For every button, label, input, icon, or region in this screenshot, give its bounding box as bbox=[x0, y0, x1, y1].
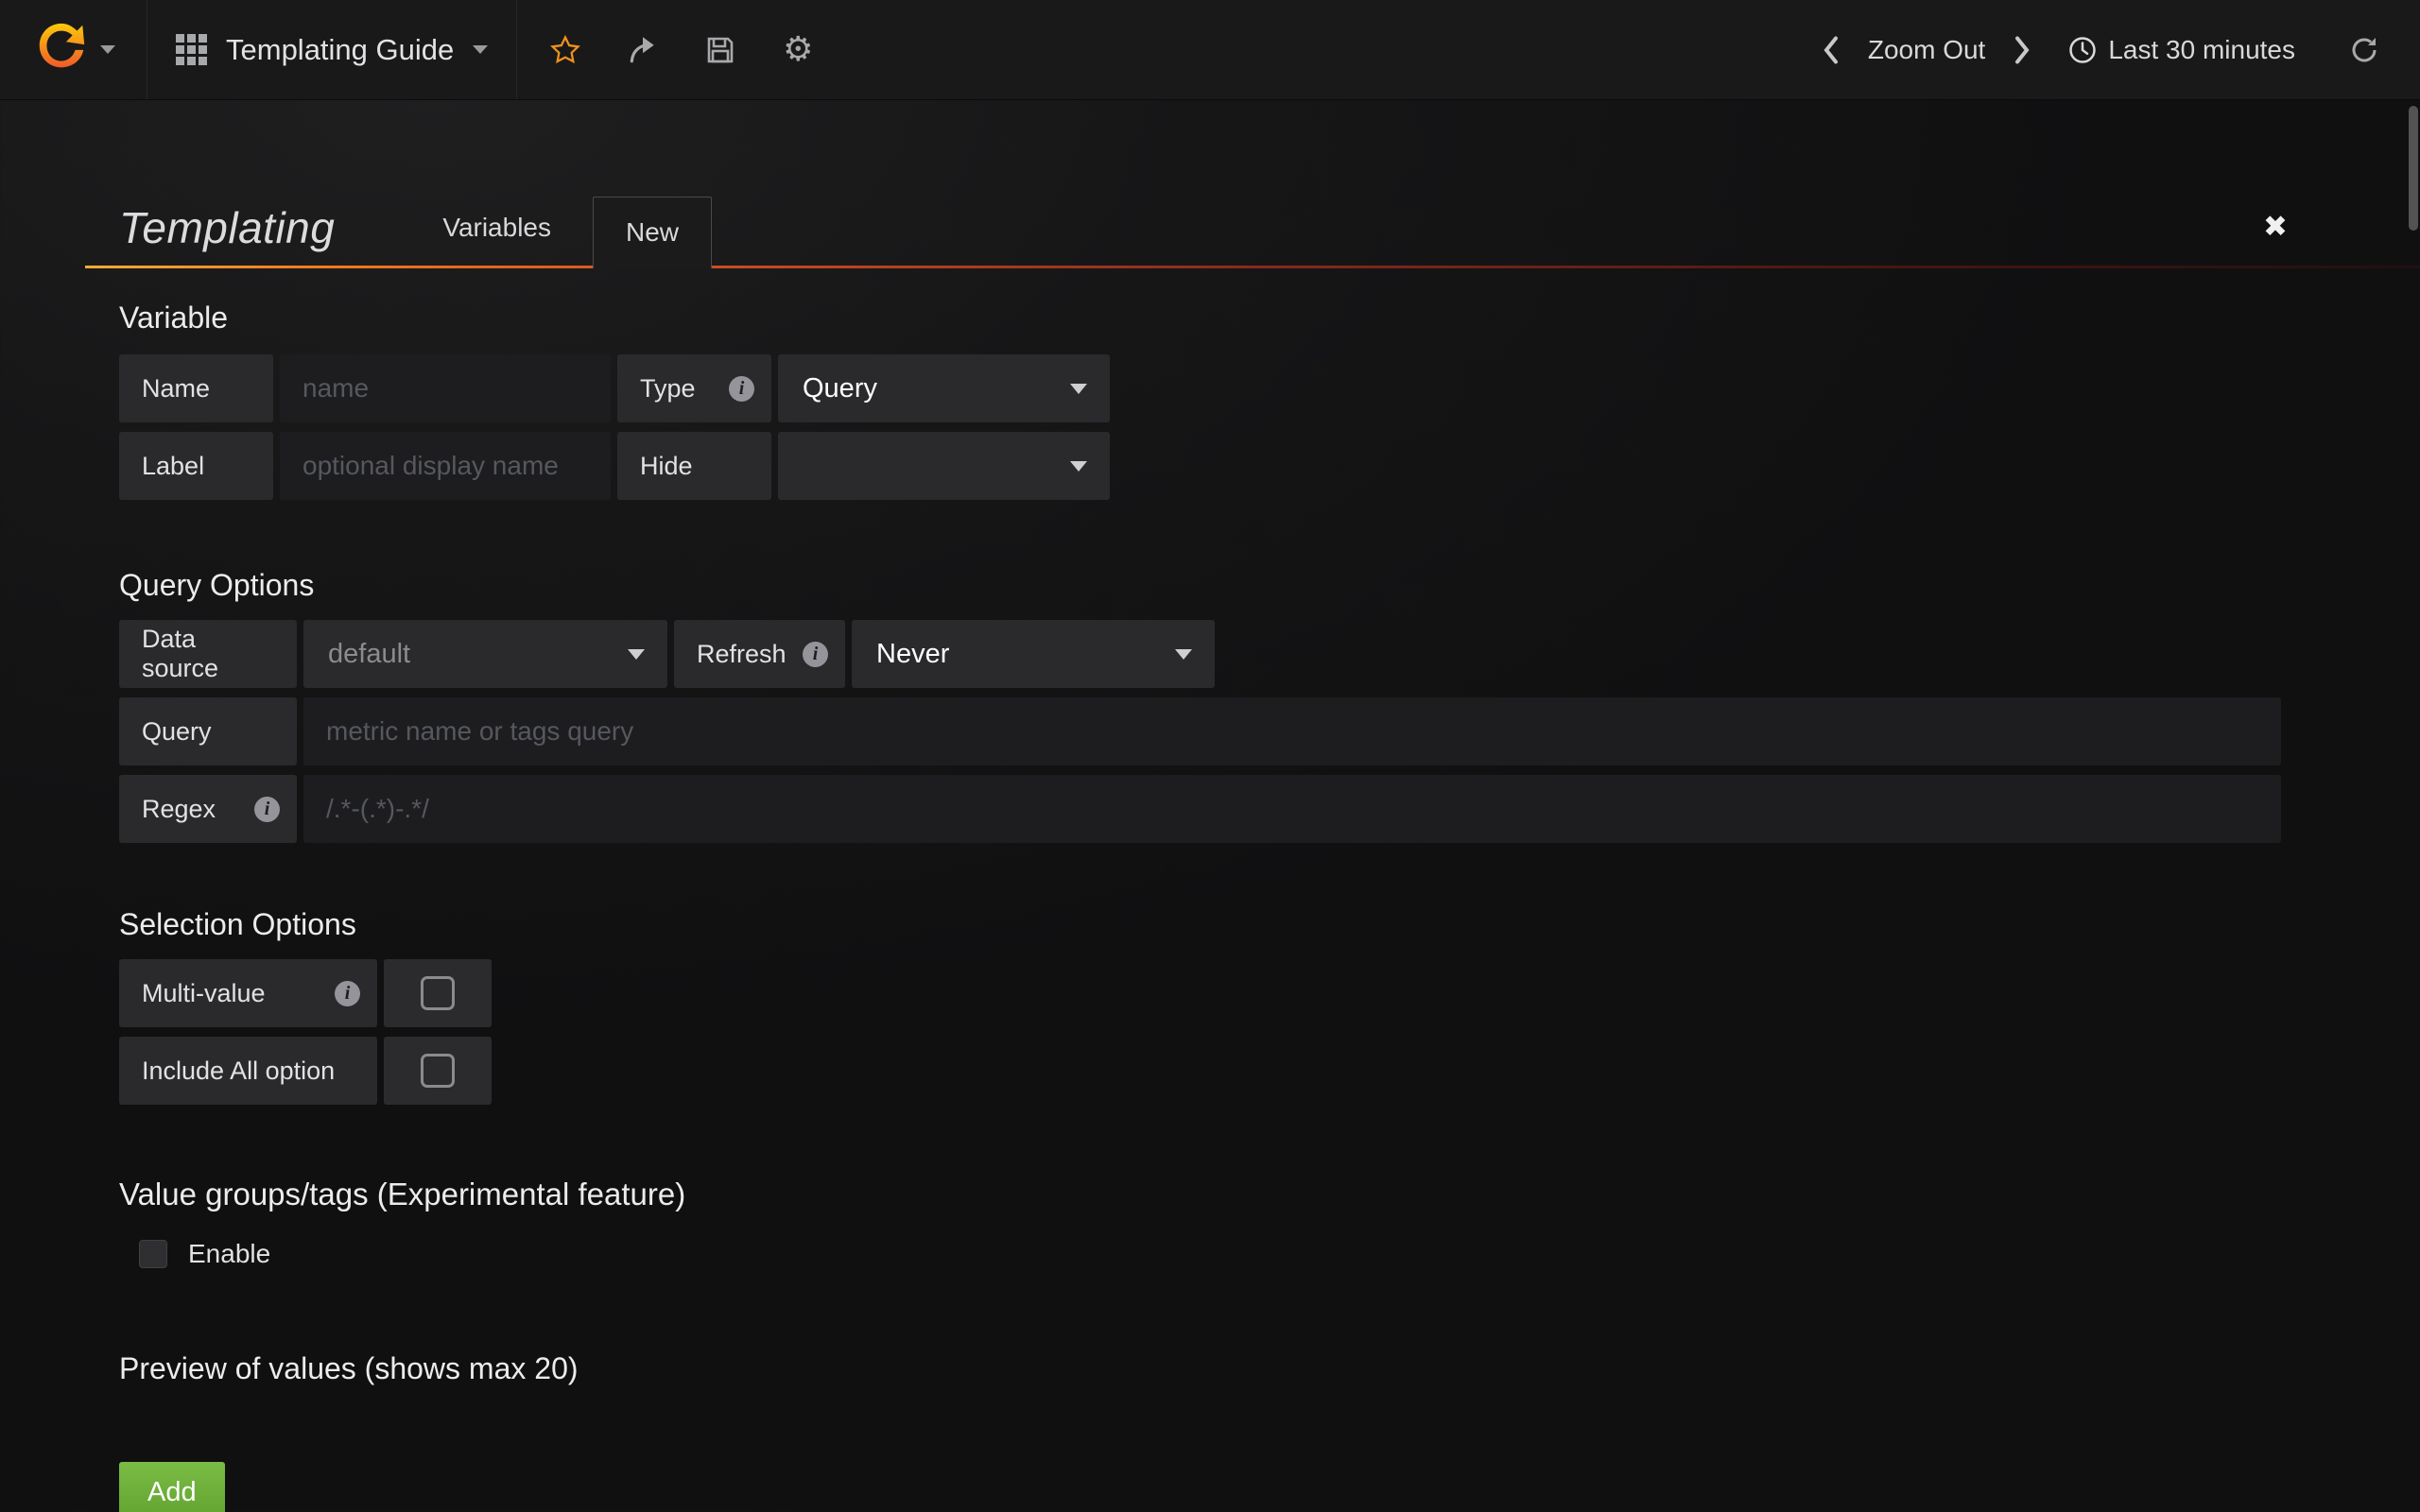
refresh-select-value: Never bbox=[876, 639, 949, 670]
query-label: Query bbox=[119, 697, 297, 765]
share-icon bbox=[627, 34, 659, 66]
star-icon bbox=[549, 34, 581, 66]
regex-input[interactable] bbox=[303, 775, 2281, 843]
selection-options-heading: Selection Options bbox=[119, 907, 2420, 942]
enable-label: Enable bbox=[188, 1239, 270, 1269]
variable-label-row: Label Hide bbox=[119, 432, 2420, 500]
label-input-wrap bbox=[280, 432, 611, 500]
type-select[interactable]: Query bbox=[778, 354, 1110, 422]
share-button[interactable] bbox=[604, 0, 682, 100]
multi-value-checkbox[interactable] bbox=[421, 976, 455, 1010]
add-button[interactable]: Add bbox=[119, 1462, 225, 1512]
multi-value-checkbox-cell[interactable] bbox=[384, 959, 492, 1027]
star-button[interactable] bbox=[527, 0, 604, 100]
time-forward-button[interactable] bbox=[2000, 0, 2044, 100]
datasource-select-value: default bbox=[328, 639, 410, 670]
enable-checkbox[interactable] bbox=[139, 1240, 167, 1268]
time-range-label: Last 30 minutes bbox=[2108, 35, 2295, 65]
navbar: Templating Guide ⚙ Zoom Out Last 30 minu… bbox=[0, 0, 2420, 100]
time-controls: Zoom Out Last 30 minutes bbox=[1809, 0, 2420, 99]
info-icon[interactable]: i bbox=[729, 376, 754, 402]
close-icon[interactable]: ✖ bbox=[2263, 210, 2288, 244]
query-input-wrap bbox=[303, 697, 2281, 765]
datasource-row: Data source default Refresh i Never bbox=[119, 620, 2420, 688]
multi-value-row: Multi-value i bbox=[119, 959, 2420, 1027]
datasource-select[interactable]: default bbox=[303, 620, 667, 688]
refresh-button[interactable] bbox=[2341, 0, 2388, 100]
dashboard-picker[interactable]: Templating Guide bbox=[147, 0, 517, 99]
tab-variables[interactable]: Variables bbox=[401, 187, 593, 268]
info-icon[interactable]: i bbox=[803, 642, 828, 667]
gear-icon: ⚙ bbox=[783, 33, 813, 67]
chevron-down-icon bbox=[1070, 384, 1087, 394]
chevron-down-icon bbox=[1070, 461, 1087, 472]
clock-icon bbox=[2068, 36, 2097, 64]
preview-heading: Preview of values (shows max 20) bbox=[119, 1351, 2420, 1386]
query-row: Query bbox=[119, 697, 2420, 765]
type-label: Type bbox=[640, 374, 696, 404]
refresh-label: Refresh bbox=[697, 640, 786, 669]
label-label: Label bbox=[119, 432, 273, 500]
dashboard-title: Templating Guide bbox=[226, 33, 454, 67]
regex-row: Regex i bbox=[119, 775, 2420, 843]
dashboard-grid-icon bbox=[176, 34, 207, 65]
zoom-out-button[interactable]: Zoom Out bbox=[1853, 35, 2000, 65]
include-all-checkbox[interactable] bbox=[421, 1054, 455, 1088]
grafana-logo-icon bbox=[32, 18, 91, 81]
variable-editor-form: Variable Name Type i Query Label Hide Qu… bbox=[0, 301, 2420, 1512]
refresh-select[interactable]: Never bbox=[852, 620, 1215, 688]
multi-value-label: Multi-value bbox=[142, 979, 266, 1008]
multi-value-label-box: Multi-value i bbox=[119, 959, 377, 1027]
info-icon[interactable]: i bbox=[335, 981, 360, 1006]
include-all-row: Include All option bbox=[119, 1037, 2420, 1105]
templating-editor-header: Templating Variables New ✖ bbox=[85, 187, 2420, 268]
chevron-down-icon bbox=[628, 649, 645, 660]
name-input-wrap bbox=[280, 354, 611, 422]
time-range-picker[interactable]: Last 30 minutes bbox=[2044, 35, 2320, 65]
page-title: Templating bbox=[85, 202, 335, 253]
refresh-label-box: Refresh i bbox=[674, 620, 845, 688]
name-label: Name bbox=[119, 354, 273, 422]
save-icon bbox=[705, 35, 735, 65]
info-icon[interactable]: i bbox=[254, 797, 280, 822]
variable-name-row: Name Type i Query bbox=[119, 354, 2420, 422]
settings-button[interactable]: ⚙ bbox=[759, 0, 837, 100]
hide-select[interactable] bbox=[778, 432, 1110, 500]
chevron-down-icon bbox=[100, 45, 115, 54]
refresh-icon bbox=[2349, 35, 2379, 65]
save-button[interactable] bbox=[682, 0, 759, 100]
chevron-left-icon bbox=[1820, 36, 1842, 64]
hide-label: Hide bbox=[617, 432, 771, 500]
regex-input-wrap bbox=[303, 775, 2281, 843]
datasource-label: Data source bbox=[119, 620, 297, 688]
regex-label-box: Regex i bbox=[119, 775, 297, 843]
navbar-actions: ⚙ bbox=[527, 0, 837, 99]
time-back-button[interactable] bbox=[1809, 0, 1853, 100]
variable-name-input[interactable] bbox=[280, 354, 611, 422]
chevron-right-icon bbox=[2011, 36, 2033, 64]
type-label-box: Type i bbox=[617, 354, 771, 422]
grafana-logo-menu[interactable] bbox=[0, 0, 147, 99]
include-all-label: Include All option bbox=[119, 1037, 377, 1105]
variable-label-input[interactable] bbox=[280, 432, 611, 500]
type-select-value: Query bbox=[803, 373, 877, 404]
regex-label: Regex bbox=[142, 795, 216, 824]
chevron-down-icon bbox=[1175, 649, 1192, 660]
tab-new[interactable]: New bbox=[593, 197, 712, 268]
value-groups-heading: Value groups/tags (Experimental feature) bbox=[119, 1177, 2420, 1212]
scrollbar[interactable] bbox=[2409, 106, 2418, 231]
variable-section-heading: Variable bbox=[119, 301, 2420, 335]
chevron-down-icon bbox=[473, 45, 488, 54]
tab-underline bbox=[85, 266, 2420, 268]
enable-row: Enable bbox=[139, 1239, 2420, 1269]
query-input[interactable] bbox=[303, 697, 2281, 765]
query-options-heading: Query Options bbox=[119, 568, 2420, 603]
include-all-checkbox-cell[interactable] bbox=[384, 1037, 492, 1105]
